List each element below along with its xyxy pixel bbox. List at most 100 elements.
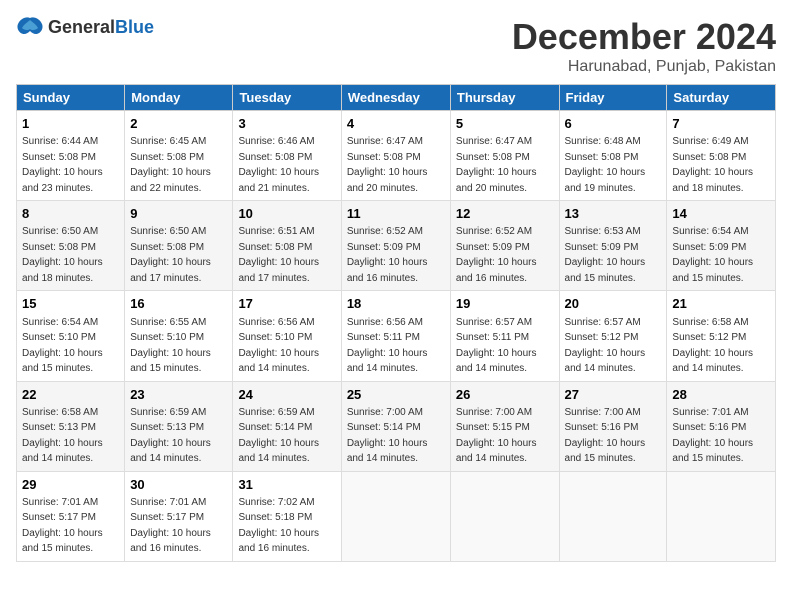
day-info: Sunrise: 6:59 AMSunset: 5:13 PMDaylight:…: [130, 407, 211, 465]
week-row: 1 Sunrise: 6:44 AMSunset: 5:08 PMDayligh…: [17, 111, 776, 201]
day-number: 6: [565, 115, 662, 133]
table-row: 10 Sunrise: 6:51 AMSunset: 5:08 PMDaylig…: [233, 201, 341, 291]
col-sunday: Sunday: [17, 85, 125, 111]
logo-text: GeneralBlue: [48, 17, 154, 38]
day-info: Sunrise: 6:47 AMSunset: 5:08 PMDaylight:…: [456, 136, 537, 194]
day-info: Sunrise: 6:52 AMSunset: 5:09 PMDaylight:…: [456, 226, 537, 284]
table-row: 18 Sunrise: 6:56 AMSunset: 5:11 PMDaylig…: [341, 291, 450, 381]
table-row: 21 Sunrise: 6:58 AMSunset: 5:12 PMDaylig…: [667, 291, 776, 381]
table-row: 11 Sunrise: 6:52 AMSunset: 5:09 PMDaylig…: [341, 201, 450, 291]
table-row: [559, 471, 667, 561]
day-number: 26: [456, 386, 554, 404]
day-info: Sunrise: 7:00 AMSunset: 5:14 PMDaylight:…: [347, 407, 428, 465]
day-info: Sunrise: 6:51 AMSunset: 5:08 PMDaylight:…: [238, 226, 319, 284]
day-info: Sunrise: 6:49 AMSunset: 5:08 PMDaylight:…: [672, 136, 753, 194]
logo-blue: Blue: [115, 17, 154, 37]
day-number: 18: [347, 295, 445, 313]
day-info: Sunrise: 7:00 AMSunset: 5:15 PMDaylight:…: [456, 407, 537, 465]
day-info: Sunrise: 6:46 AMSunset: 5:08 PMDaylight:…: [238, 136, 319, 194]
day-info: Sunrise: 6:57 AMSunset: 5:11 PMDaylight:…: [456, 317, 537, 375]
week-row: 22 Sunrise: 6:58 AMSunset: 5:13 PMDaylig…: [17, 381, 776, 471]
day-info: Sunrise: 6:54 AMSunset: 5:09 PMDaylight:…: [672, 226, 753, 284]
day-number: 23: [130, 386, 227, 404]
table-row: 12 Sunrise: 6:52 AMSunset: 5:09 PMDaylig…: [450, 201, 559, 291]
table-row: 13 Sunrise: 6:53 AMSunset: 5:09 PMDaylig…: [559, 201, 667, 291]
day-info: Sunrise: 7:01 AMSunset: 5:17 PMDaylight:…: [130, 497, 211, 555]
table-row: 9 Sunrise: 6:50 AMSunset: 5:08 PMDayligh…: [125, 201, 233, 291]
page-header: GeneralBlue December 2024 Harunabad, Pun…: [16, 16, 776, 76]
day-number: 21: [672, 295, 770, 313]
table-row: 1 Sunrise: 6:44 AMSunset: 5:08 PMDayligh…: [17, 111, 125, 201]
day-number: 24: [238, 386, 335, 404]
table-row: 30 Sunrise: 7:01 AMSunset: 5:17 PMDaylig…: [125, 471, 233, 561]
week-row: 29 Sunrise: 7:01 AMSunset: 5:17 PMDaylig…: [17, 471, 776, 561]
day-number: 17: [238, 295, 335, 313]
table-row: [667, 471, 776, 561]
table-row: 31 Sunrise: 7:02 AMSunset: 5:18 PMDaylig…: [233, 471, 341, 561]
table-row: [450, 471, 559, 561]
day-number: 7: [672, 115, 770, 133]
day-info: Sunrise: 6:50 AMSunset: 5:08 PMDaylight:…: [22, 226, 103, 284]
week-row: 15 Sunrise: 6:54 AMSunset: 5:10 PMDaylig…: [17, 291, 776, 381]
day-info: Sunrise: 6:58 AMSunset: 5:13 PMDaylight:…: [22, 407, 103, 465]
day-info: Sunrise: 6:48 AMSunset: 5:08 PMDaylight:…: [565, 136, 646, 194]
table-row: 22 Sunrise: 6:58 AMSunset: 5:13 PMDaylig…: [17, 381, 125, 471]
day-number: 8: [22, 205, 119, 223]
day-info: Sunrise: 6:53 AMSunset: 5:09 PMDaylight:…: [565, 226, 646, 284]
day-info: Sunrise: 7:02 AMSunset: 5:18 PMDaylight:…: [238, 497, 319, 555]
table-row: 5 Sunrise: 6:47 AMSunset: 5:08 PMDayligh…: [450, 111, 559, 201]
day-number: 12: [456, 205, 554, 223]
day-number: 29: [22, 476, 119, 494]
day-info: Sunrise: 6:54 AMSunset: 5:10 PMDaylight:…: [22, 317, 103, 375]
table-row: 28 Sunrise: 7:01 AMSunset: 5:16 PMDaylig…: [667, 381, 776, 471]
table-row: 8 Sunrise: 6:50 AMSunset: 5:08 PMDayligh…: [17, 201, 125, 291]
logo-icon: [16, 16, 44, 38]
day-info: Sunrise: 7:01 AMSunset: 5:16 PMDaylight:…: [672, 407, 753, 465]
day-info: Sunrise: 6:59 AMSunset: 5:14 PMDaylight:…: [238, 407, 319, 465]
table-row: 27 Sunrise: 7:00 AMSunset: 5:16 PMDaylig…: [559, 381, 667, 471]
day-number: 30: [130, 476, 227, 494]
table-row: 7 Sunrise: 6:49 AMSunset: 5:08 PMDayligh…: [667, 111, 776, 201]
table-row: 14 Sunrise: 6:54 AMSunset: 5:09 PMDaylig…: [667, 201, 776, 291]
table-row: 4 Sunrise: 6:47 AMSunset: 5:08 PMDayligh…: [341, 111, 450, 201]
day-number: 9: [130, 205, 227, 223]
day-info: Sunrise: 6:44 AMSunset: 5:08 PMDaylight:…: [22, 136, 103, 194]
col-saturday: Saturday: [667, 85, 776, 111]
table-row: 17 Sunrise: 6:56 AMSunset: 5:10 PMDaylig…: [233, 291, 341, 381]
table-row: 15 Sunrise: 6:54 AMSunset: 5:10 PMDaylig…: [17, 291, 125, 381]
day-number: 28: [672, 386, 770, 404]
table-row: 2 Sunrise: 6:45 AMSunset: 5:08 PMDayligh…: [125, 111, 233, 201]
col-wednesday: Wednesday: [341, 85, 450, 111]
logo: GeneralBlue: [16, 16, 154, 38]
location-title: Harunabad, Punjab, Pakistan: [512, 58, 776, 76]
table-row: 26 Sunrise: 7:00 AMSunset: 5:15 PMDaylig…: [450, 381, 559, 471]
table-row: 23 Sunrise: 6:59 AMSunset: 5:13 PMDaylig…: [125, 381, 233, 471]
day-number: 4: [347, 115, 445, 133]
table-row: 3 Sunrise: 6:46 AMSunset: 5:08 PMDayligh…: [233, 111, 341, 201]
header-row: Sunday Monday Tuesday Wednesday Thursday…: [17, 85, 776, 111]
table-row: [341, 471, 450, 561]
day-number: 5: [456, 115, 554, 133]
calendar-table: Sunday Monday Tuesday Wednesday Thursday…: [16, 84, 776, 562]
day-info: Sunrise: 6:57 AMSunset: 5:12 PMDaylight:…: [565, 317, 646, 375]
day-number: 10: [238, 205, 335, 223]
day-number: 25: [347, 386, 445, 404]
day-info: Sunrise: 6:55 AMSunset: 5:10 PMDaylight:…: [130, 317, 211, 375]
table-row: 6 Sunrise: 6:48 AMSunset: 5:08 PMDayligh…: [559, 111, 667, 201]
day-number: 1: [22, 115, 119, 133]
table-row: 20 Sunrise: 6:57 AMSunset: 5:12 PMDaylig…: [559, 291, 667, 381]
day-number: 31: [238, 476, 335, 494]
day-info: Sunrise: 7:01 AMSunset: 5:17 PMDaylight:…: [22, 497, 103, 555]
day-info: Sunrise: 6:45 AMSunset: 5:08 PMDaylight:…: [130, 136, 211, 194]
day-info: Sunrise: 6:58 AMSunset: 5:12 PMDaylight:…: [672, 317, 753, 375]
day-number: 16: [130, 295, 227, 313]
day-number: 14: [672, 205, 770, 223]
day-number: 2: [130, 115, 227, 133]
col-monday: Monday: [125, 85, 233, 111]
col-thursday: Thursday: [450, 85, 559, 111]
day-number: 20: [565, 295, 662, 313]
day-info: Sunrise: 6:50 AMSunset: 5:08 PMDaylight:…: [130, 226, 211, 284]
table-row: 29 Sunrise: 7:01 AMSunset: 5:17 PMDaylig…: [17, 471, 125, 561]
day-number: 19: [456, 295, 554, 313]
month-title: December 2024: [512, 16, 776, 58]
